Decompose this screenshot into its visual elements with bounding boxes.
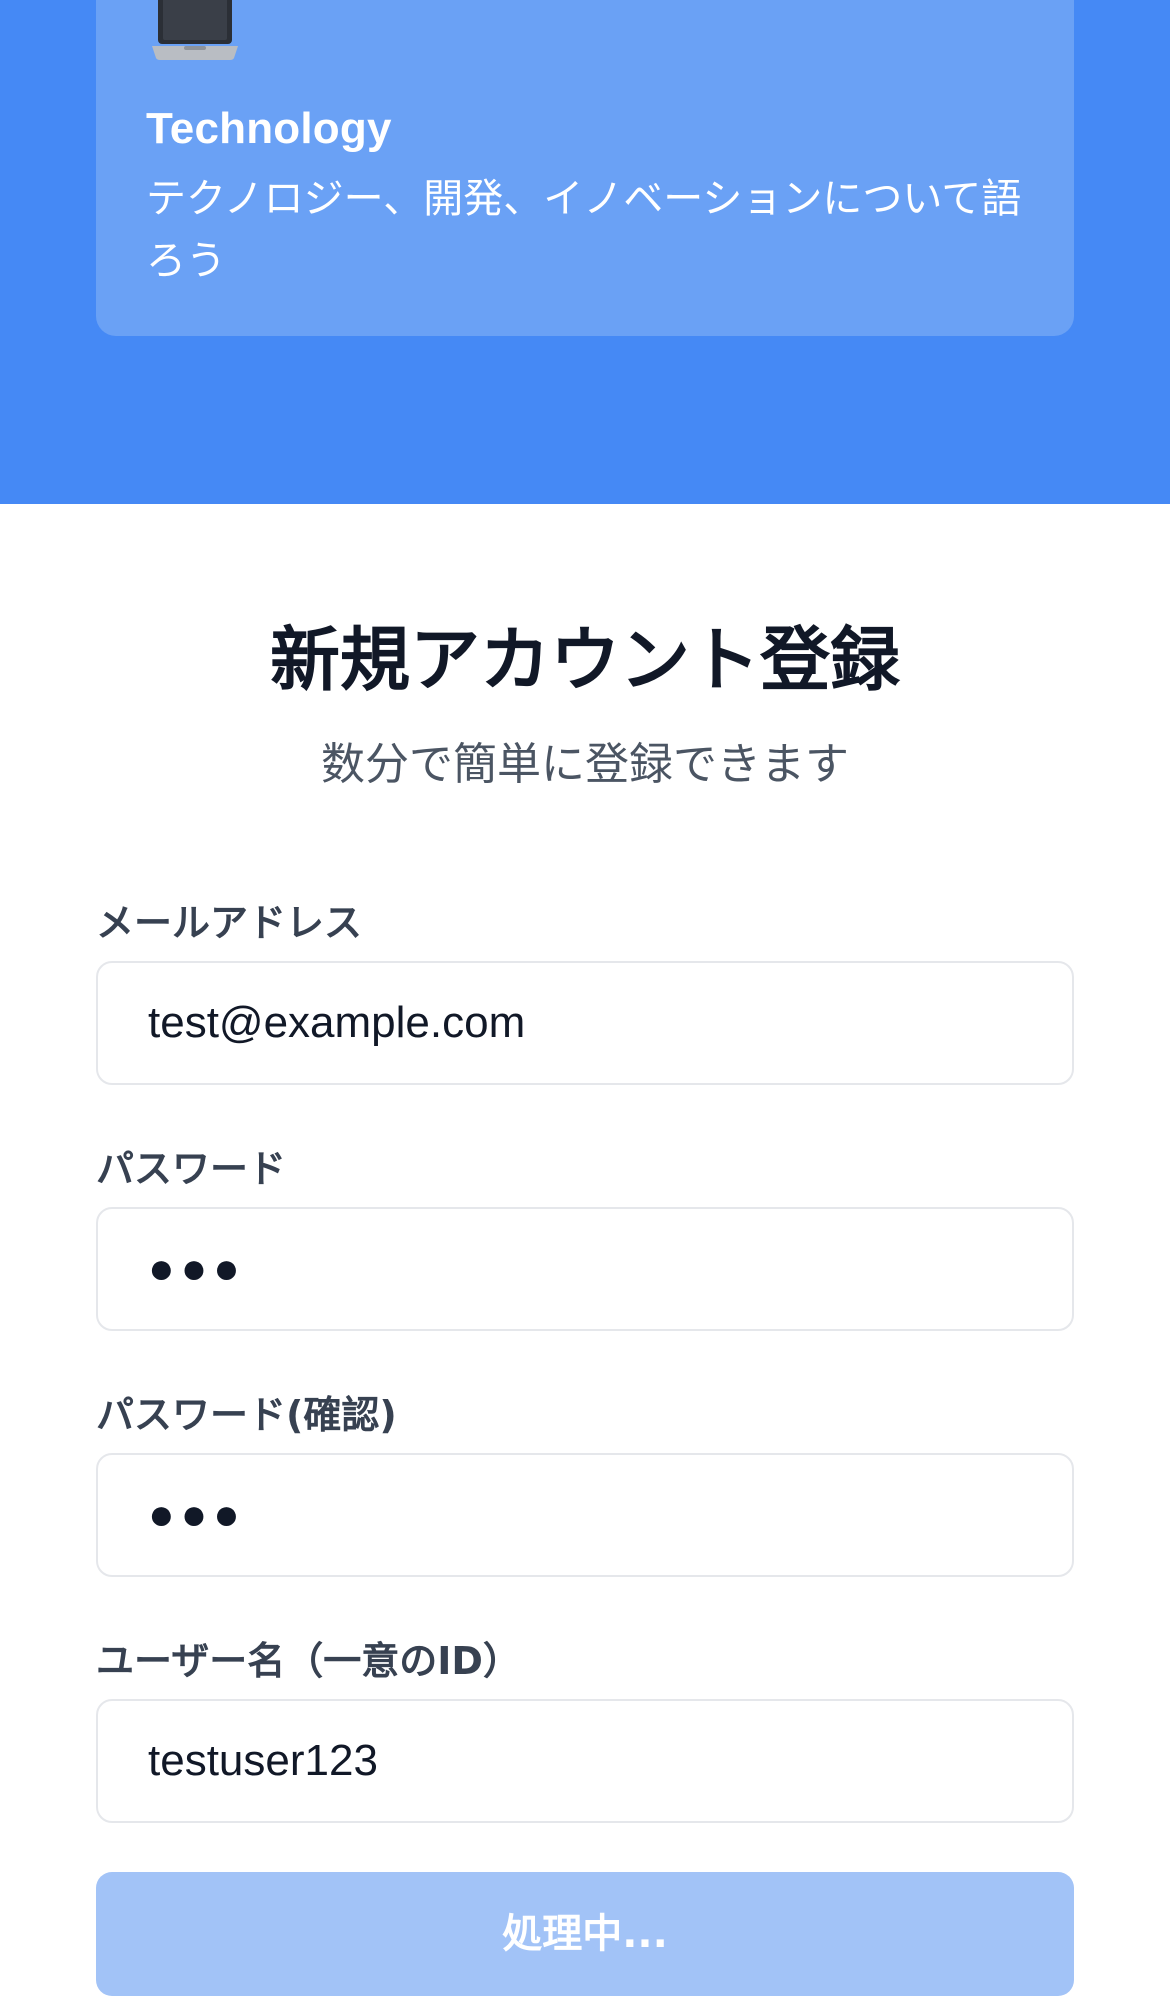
password-label: パスワード bbox=[96, 1147, 287, 1191]
category-description: テクノロジー、開発、イノベーションについて語ろう bbox=[146, 176, 1022, 284]
email-label: メールアドレス bbox=[96, 901, 363, 945]
username-label: ユーザー名（一意のID） bbox=[96, 1639, 521, 1683]
password-confirm-label: パスワード(確認) bbox=[96, 1393, 397, 1437]
page-subtitle: 数分で簡単に登録できます bbox=[321, 739, 849, 790]
username-field[interactable] bbox=[96, 1699, 1074, 1823]
password-field[interactable] bbox=[96, 1207, 1074, 1331]
email-field[interactable] bbox=[96, 961, 1074, 1085]
password-confirm-field[interactable] bbox=[96, 1453, 1074, 1577]
laptop-icon bbox=[152, 0, 238, 60]
category-title: Technology bbox=[146, 104, 392, 153]
page-title: 新規アカウント登録 bbox=[270, 619, 900, 701]
submit-button[interactable]: 処理中... bbox=[96, 1872, 1074, 1996]
